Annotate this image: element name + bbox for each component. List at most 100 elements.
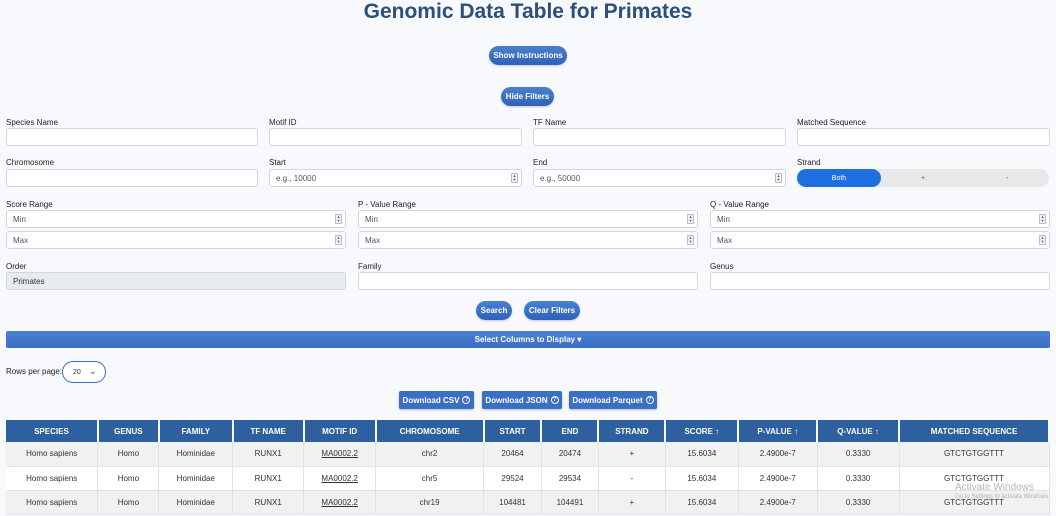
help-icon[interactable]: ?	[462, 396, 471, 404]
cell-strand: -	[598, 466, 666, 491]
matched-sequence-input[interactable]	[797, 128, 1050, 146]
score-min-placeholder: Min	[13, 214, 26, 224]
download-csv-button[interactable]: Download CSV?	[399, 391, 474, 409]
column-header-start[interactable]: START	[483, 420, 543, 442]
column-header-tf-name[interactable]: TF NAME	[232, 420, 305, 442]
cell-tf-name: RUNX1	[232, 466, 305, 491]
score-max-input[interactable]: Max ▲ ▼	[6, 231, 346, 249]
cell-q-value: 0.3330	[817, 466, 900, 491]
strand-option-minus[interactable]: -	[965, 169, 1049, 187]
table-row: Homo sapiens Homo Hominidae RUNX1 MA0002…	[6, 466, 1050, 491]
tf-name-input[interactable]	[533, 128, 786, 146]
genus-input[interactable]	[710, 272, 1050, 290]
search-button[interactable]: Search	[476, 301, 512, 320]
spinner-icon[interactable]: ▲ ▼	[335, 214, 342, 224]
cell-chromosome: chr5	[375, 466, 485, 491]
p-value-min-input[interactable]: Min ▲ ▼	[358, 210, 698, 228]
q-value-min-input[interactable]: Min ▲ ▼	[710, 210, 1050, 228]
column-header-chromosome[interactable]: CHROMOSOME	[375, 420, 485, 442]
cell-score: 15.6034	[665, 442, 739, 467]
cell-p-value: 2.4900e-7	[738, 442, 818, 467]
strand-option-both[interactable]: Both	[797, 169, 881, 187]
download-json-button[interactable]: Download JSON?	[482, 391, 562, 409]
strand-label: Strand	[797, 158, 821, 167]
spinner-icon[interactable]: ▲ ▼	[1039, 235, 1046, 245]
select-columns-dropdown[interactable]: Select Columns to Display ▾	[6, 331, 1050, 348]
page-title: Genomic Data Table for Primates	[363, 0, 693, 23]
spinner-icon[interactable]: ▲ ▼	[687, 235, 694, 245]
start-label: Start	[269, 158, 286, 167]
order-label: Order	[6, 262, 27, 271]
chromosome-input[interactable]	[6, 169, 258, 187]
cell-species: Homo sapiens	[6, 442, 99, 467]
q-value-min-placeholder: Min	[717, 214, 730, 224]
p-value-max-input[interactable]: Max ▲ ▼	[358, 231, 698, 249]
end-input[interactable]: e.g., 50000 ▲ ▼	[533, 169, 786, 187]
rows-per-page-select[interactable]: 20 ⌄	[62, 361, 106, 383]
score-range-label: Score Range	[6, 200, 53, 209]
cell-start: 29524	[483, 466, 542, 491]
help-icon[interactable]: ?	[645, 396, 654, 404]
end-placeholder: e.g., 50000	[540, 173, 581, 183]
cell-motif-id-link[interactable]: MA0002.2	[303, 466, 377, 491]
motif-id-input[interactable]	[269, 128, 522, 146]
cell-tf-name: RUNX1	[232, 442, 305, 467]
spinner-icon[interactable]: ▲ ▼	[511, 173, 518, 183]
spinner-icon[interactable]: ▲ ▼	[775, 173, 782, 183]
column-header-genus[interactable]: GENUS	[97, 420, 160, 442]
p-value-min-placeholder: Min	[365, 214, 378, 224]
cell-matched-sequence: GTCTGTGGTTT	[899, 442, 1050, 467]
column-header-end[interactable]: END	[541, 420, 600, 442]
cell-motif-id-link[interactable]: MA0002.2	[303, 490, 377, 515]
column-header-strand[interactable]: STRAND	[598, 420, 667, 442]
column-header-p-value[interactable]: P-VALUE ↑	[738, 420, 819, 442]
cell-strand: +	[598, 442, 666, 467]
hide-filters-button[interactable]: Hide Filters	[501, 87, 554, 106]
spinner-icon[interactable]: ▲ ▼	[1039, 214, 1046, 224]
cell-score: 15.6034	[665, 466, 739, 491]
cell-motif-id-link[interactable]: MA0002.2	[303, 442, 377, 467]
chevron-down-icon: ⌄	[88, 366, 97, 377]
table-header-row: SPECIES GENUS FAMILY TF NAME MOTIF ID CH…	[6, 420, 1050, 442]
cell-family: Hominidae	[158, 466, 234, 491]
column-header-motif-id[interactable]: MOTIF ID	[303, 420, 377, 442]
table-row: Homo sapiens Homo Hominidae RUNX1 MA0002…	[6, 442, 1050, 467]
cell-start: 104481	[483, 490, 542, 515]
show-instructions-button[interactable]: Show Instructions	[489, 46, 567, 65]
cell-strand: +	[598, 490, 666, 515]
column-header-matched-sequence[interactable]: MATCHED SEQUENCE	[899, 420, 1050, 442]
strand-toggle[interactable]: Both + -	[797, 169, 1049, 187]
p-value-range-label: P - Value Range	[358, 200, 416, 209]
family-input[interactable]	[358, 272, 698, 290]
column-header-family[interactable]: FAMILY	[158, 420, 234, 442]
start-placeholder: e.g., 10000	[276, 173, 317, 183]
species-name-input[interactable]	[6, 128, 258, 146]
end-label: End	[533, 158, 548, 167]
start-input[interactable]: e.g., 10000 ▲ ▼	[269, 169, 522, 187]
motif-id-label: Motif ID	[269, 118, 297, 127]
column-header-species[interactable]: SPECIES	[6, 420, 99, 442]
cell-q-value: 0.3330	[817, 490, 900, 515]
q-value-max-input[interactable]: Max ▲ ▼	[710, 231, 1050, 249]
cell-p-value: 2.4900e-7	[738, 466, 818, 491]
cell-family: Hominidae	[158, 490, 234, 515]
rows-per-page-label: Rows per page:	[6, 367, 63, 376]
q-value-max-placeholder: Max	[717, 235, 733, 245]
cell-species: Homo sapiens	[6, 490, 99, 515]
order-input[interactable]: Primates	[6, 272, 346, 290]
strand-option-plus[interactable]: +	[881, 169, 965, 187]
cell-chromosome: chr2	[375, 442, 485, 467]
cell-species: Homo sapiens	[6, 466, 99, 491]
column-header-score[interactable]: SCORE ↑	[665, 420, 740, 442]
score-min-input[interactable]: Min ▲ ▼	[6, 210, 346, 228]
download-parquet-button[interactable]: Download Parquet?	[569, 391, 657, 409]
clear-filters-button[interactable]: Clear Filters	[524, 301, 580, 320]
tf-name-label: TF Name	[533, 118, 567, 127]
spinner-icon[interactable]: ▲ ▼	[687, 214, 694, 224]
activate-windows-subtext: Go to Settings to activate Windows.	[955, 494, 1050, 500]
q-value-range-label: Q - Value Range	[710, 200, 769, 209]
spinner-icon[interactable]: ▲ ▼	[335, 235, 342, 245]
download-csv-label: Download CSV	[402, 395, 460, 405]
help-icon[interactable]: ?	[550, 396, 559, 404]
column-header-q-value[interactable]: Q-VALUE ↑	[817, 420, 901, 442]
